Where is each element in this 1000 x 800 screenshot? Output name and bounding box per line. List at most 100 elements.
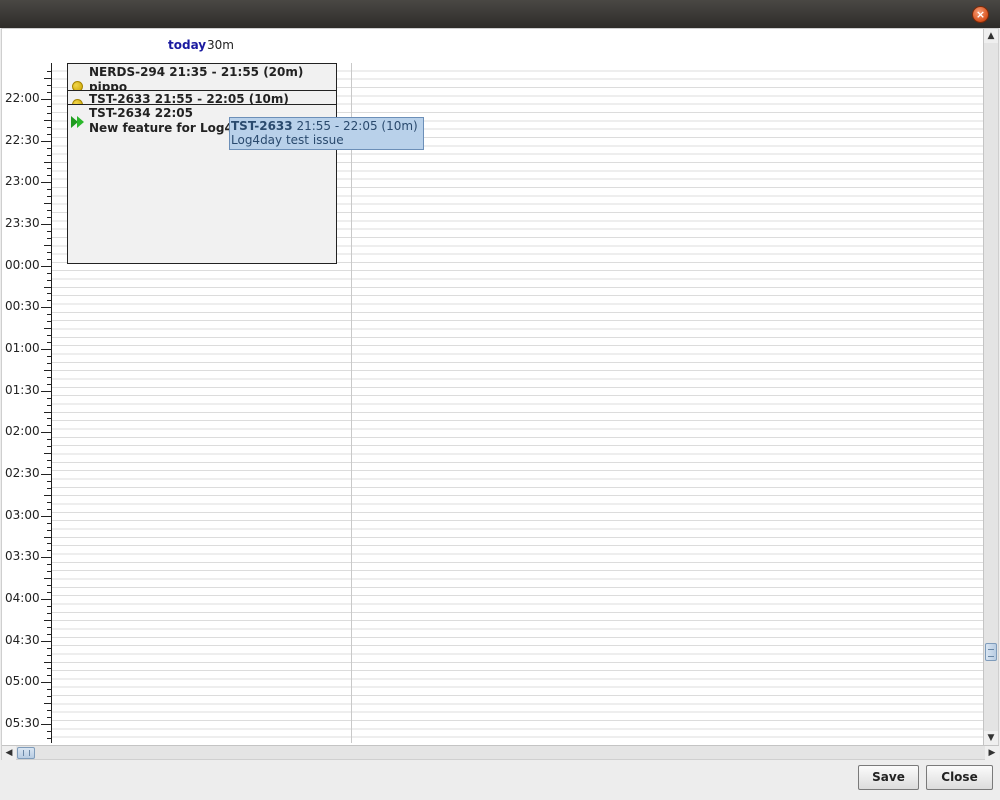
horizontal-scroll-thumb[interactable] <box>17 747 35 759</box>
ruler-time-label: 23:00 <box>5 174 40 188</box>
timeline-area[interactable]: 22:00 22:30 23:00 23:30 00:00 00:30 01:00 01:30… <box>2 63 984 743</box>
ruler-tick <box>47 259 51 260</box>
ruler-tick <box>41 182 51 183</box>
ruler-tick <box>47 564 51 565</box>
ruler-tick <box>47 106 51 107</box>
ruler-tick <box>47 488 51 489</box>
scroll-left-icon[interactable]: ◀ <box>2 746 16 760</box>
ruler-tick <box>47 738 51 739</box>
ruler-tick <box>47 481 51 482</box>
ruler-tick <box>47 217 51 218</box>
tooltip-description: Log4day test issue <box>231 133 344 147</box>
ruler-tick <box>47 300 51 301</box>
scroll-up-icon[interactable]: ▲ <box>984 29 998 43</box>
ruler-tick <box>47 405 51 406</box>
ruler-tick <box>44 287 51 288</box>
ruler-tick <box>47 175 51 176</box>
ruler-tick <box>44 120 51 121</box>
scroll-down-icon[interactable]: ▼ <box>984 731 998 745</box>
close-button[interactable]: Close <box>926 765 993 790</box>
time-ruler: 22:00 22:30 23:00 23:30 00:00 00:30 01:00 01:30… <box>2 63 52 743</box>
ruler-tick <box>47 550 51 551</box>
ruler-tick <box>47 696 51 697</box>
ruler-tick <box>41 682 51 683</box>
ruler-tick <box>47 377 51 378</box>
ruler-tick <box>44 537 51 538</box>
ruler-time-label: 22:00 <box>5 91 40 105</box>
task-title: TST-2634 22:05 <box>89 106 194 120</box>
ruler-tick <box>47 585 51 586</box>
ruler-tick <box>47 606 51 607</box>
ruler-tick <box>44 78 51 79</box>
task-tooltip: TST-2633 21:55 - 22:05 (10m) Log4day tes… <box>229 117 424 150</box>
ruler-tick <box>47 293 51 294</box>
ruler-tick <box>47 335 51 336</box>
task-block-nerds-294[interactable]: NERDS-294 21:35 - 21:55 (20m) pippo <box>67 63 337 91</box>
ruler-time-label: 03:30 <box>5 549 40 563</box>
ruler-tick <box>41 724 51 725</box>
ruler-tick <box>47 127 51 128</box>
ruler-tick <box>47 273 51 274</box>
total-duration-label: 30m <box>207 38 234 52</box>
ruler-tick <box>44 245 51 246</box>
ruler-tick <box>47 675 51 676</box>
vertical-scroll-thumb[interactable] <box>985 643 997 661</box>
ruler-tick <box>47 523 51 524</box>
ruler-axis <box>51 63 52 743</box>
ruler-time-label: 00:00 <box>5 258 40 272</box>
ruler-tick <box>47 363 51 364</box>
close-window-icon[interactable]: × <box>972 6 989 23</box>
ruler-tick <box>41 432 51 433</box>
ruler-tick <box>47 648 51 649</box>
day-header: today 30m <box>2 29 984 63</box>
date-label: today <box>168 38 207 52</box>
ruler-tick <box>47 342 51 343</box>
ruler-tick <box>47 155 51 156</box>
ruler-tick <box>47 92 51 93</box>
ruler-tick <box>47 168 51 169</box>
task-block-tst-2633[interactable]: TST-2633 21:55 - 22:05 (10m) <box>67 90 337 105</box>
ruler-tick <box>47 592 51 593</box>
ruler-time-label: 23:30 <box>5 216 40 230</box>
ruler-tick <box>47 384 51 385</box>
ruler-tick <box>47 280 51 281</box>
ruler-tick <box>44 162 51 163</box>
ruler-tick <box>47 189 51 190</box>
ruler-time-label: 04:00 <box>5 591 40 605</box>
ruler-tick <box>47 196 51 197</box>
ruler-tick <box>41 474 51 475</box>
task-subtitle: New feature for Log4d <box>89 121 242 135</box>
ruler-tick <box>41 99 51 100</box>
ruler-time-label: 04:30 <box>5 633 40 647</box>
ruler-tick <box>44 370 51 371</box>
ruler-tick <box>47 689 51 690</box>
ruler-tick <box>47 710 51 711</box>
save-button[interactable]: Save <box>858 765 919 790</box>
horizontal-scrollbar[interactable]: ◀ ▶ <box>2 745 999 760</box>
ruler-tick <box>47 85 51 86</box>
ruler-time-label: 00:30 <box>5 299 40 313</box>
ruler-time-label: 05:30 <box>5 716 40 730</box>
ruler-tick <box>44 203 51 204</box>
ruler-tick <box>47 502 51 503</box>
ruler-tick <box>47 439 51 440</box>
ruler-tick <box>44 453 51 454</box>
ruler-tick <box>47 425 51 426</box>
ruler-time-label: 22:30 <box>5 133 40 147</box>
ruler-tick <box>41 141 51 142</box>
ruler-tick <box>47 668 51 669</box>
ruler-tick <box>44 620 51 621</box>
green-play-icon <box>71 116 84 128</box>
ruler-tick <box>44 703 51 704</box>
ruler-tick <box>47 530 51 531</box>
ruler-tick <box>47 655 51 656</box>
ruler-time-label: 02:00 <box>5 424 40 438</box>
scroll-right-icon[interactable]: ▶ <box>985 746 999 760</box>
ruler-tick <box>47 509 51 510</box>
ruler-tick <box>47 210 51 211</box>
vertical-scrollbar[interactable]: ▲ ▼ <box>983 29 998 745</box>
ruler-time-label: 03:00 <box>5 508 40 522</box>
ruler-tick <box>47 418 51 419</box>
day-view-panel: today 30m 22:00 22:30 23:00 23:30 00:00 00:30… <box>1 28 999 760</box>
ruler-tick <box>41 599 51 600</box>
